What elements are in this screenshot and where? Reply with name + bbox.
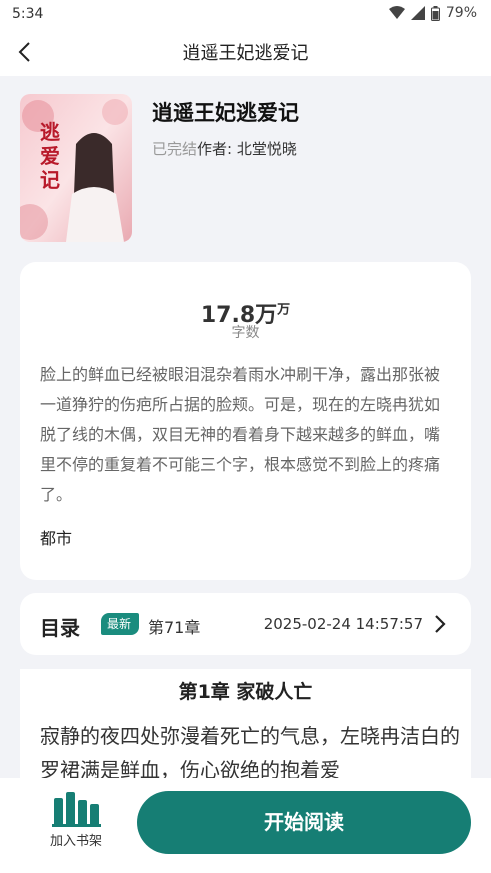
wifi-icon [388, 6, 405, 19]
status-icons: 79% [388, 5, 477, 21]
word-count-unit: 万 [277, 302, 291, 318]
toc-label: 目录 [40, 616, 80, 640]
latest-badge: 最新 [101, 613, 140, 635]
status-bar: 5:34 79% [0, 0, 491, 28]
chapter-text: 寂静的夜四处弥漫着死亡的气息，左晓冉洁白的罗裙满是鲜血，伤心欲绝的抱着爱 [40, 724, 460, 779]
status-time: 5:34 [12, 6, 44, 22]
battery-percent: 79% [445, 5, 477, 21]
signal-icon [410, 6, 425, 20]
book-status: 已完结 [152, 140, 198, 158]
bottom-bar: 加入书架 开始阅读 [0, 778, 491, 873]
add-to-shelf-label: 加入书架 [49, 834, 102, 849]
genre-tag[interactable]: 都市 [40, 525, 72, 549]
book-info-card: 17.8万万 字数 脸上的鲜血已经被眼泪混杂着雨水冲刷干净，露出那张被一道狰狞的… [20, 262, 471, 580]
word-count-label: 字数 [231, 325, 260, 341]
chevron-right-icon[interactable] [433, 613, 447, 635]
start-reading-button[interactable]: 开始阅读 [137, 791, 471, 854]
chapter-title: 第1章 家破人亡 [178, 681, 313, 703]
add-to-shelf-button[interactable]: 加入书架 [44, 792, 108, 852]
battery-icon [430, 5, 440, 21]
book-author: 作者: 北堂悦晓 [197, 140, 297, 158]
cover-title: 逃爱记 [40, 120, 60, 192]
update-date: 2025-02-24 14:57:57 [263, 615, 423, 633]
chapter-preview: 第1章 家破人亡 寂静的夜四处弥漫着死亡的气息，左晓冉洁白的罗裙满是鲜血，伤心欲… [20, 669, 471, 779]
page-title: 逍遥王妃逃爱记 [182, 43, 309, 64]
book-name: 逍遥王妃逃爱记 [152, 101, 299, 125]
latest-chapter: 第71章 [148, 618, 201, 637]
toc-card[interactable]: 目录 最新 第71章 2025-02-24 14:57:57 [20, 593, 471, 655]
nav-bar: 逍遥王妃逃爱记 [0, 28, 491, 76]
book-meta: 已完结作者: 北堂悦晓 [152, 138, 297, 159]
bookshelf-icon [52, 792, 101, 827]
book-description: 脸上的鲜血已经被眼泪混杂着雨水冲刷干净，露出那张被一道狰狞的伤疤所占据的脸颊。可… [40, 365, 441, 504]
book-cover [20, 94, 132, 242]
